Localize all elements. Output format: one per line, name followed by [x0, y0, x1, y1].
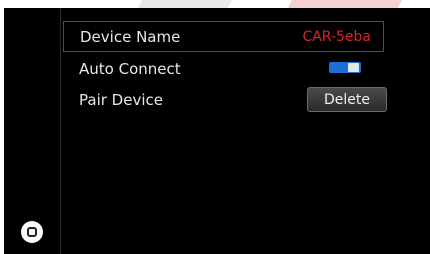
- auto-connect-label: Auto Connect: [79, 59, 181, 78]
- auto-connect-toggle[interactable]: [329, 62, 361, 73]
- settings-screen: Device Name CAR-5eba Auto Connect Pair D…: [4, 8, 430, 254]
- home-icon: [27, 227, 37, 237]
- device-name-label: Device Name: [80, 27, 181, 46]
- auto-connect-row[interactable]: Auto Connect: [63, 53, 384, 84]
- toggle-knob: [348, 63, 359, 72]
- device-name-value: CAR-5eba: [302, 28, 371, 45]
- delete-button[interactable]: Delete: [307, 87, 387, 112]
- home-button[interactable]: [21, 221, 43, 243]
- sidebar: [4, 8, 61, 254]
- background-stripe-2: [288, 0, 402, 8]
- background-stripe-1: [138, 0, 232, 8]
- pair-device-row: Pair Device Delete: [63, 84, 387, 115]
- pair-device-label: Pair Device: [79, 90, 163, 109]
- device-name-row[interactable]: Device Name CAR-5eba: [63, 21, 384, 52]
